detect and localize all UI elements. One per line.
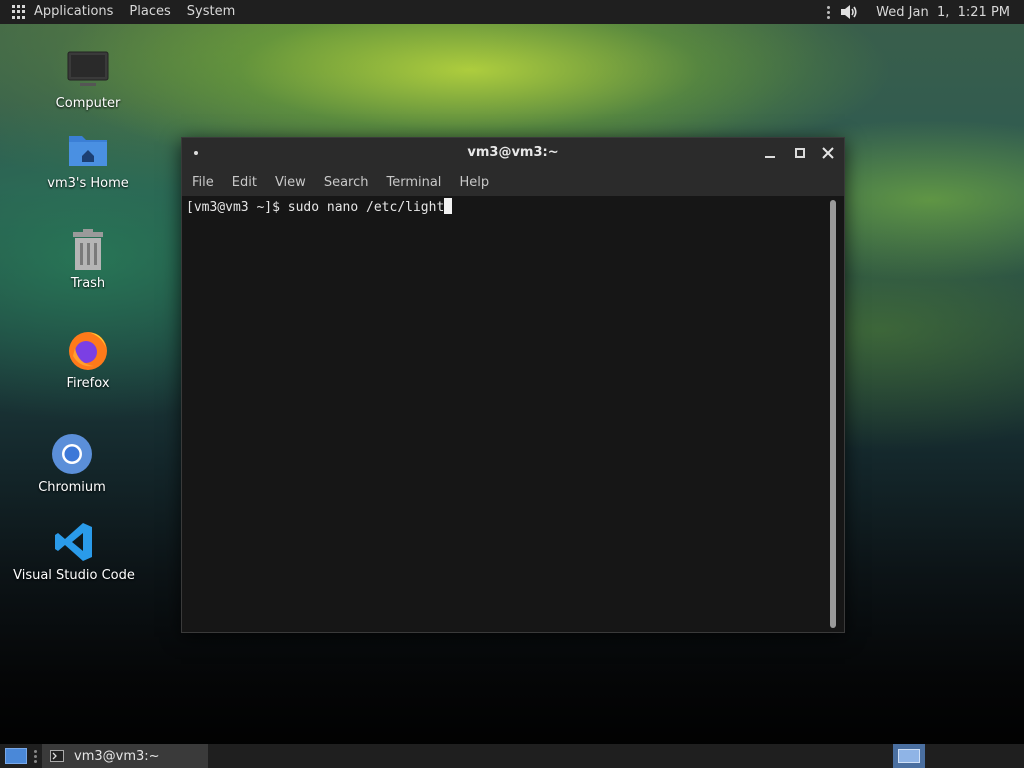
terminal-prompt: [vm3@vm3 ~]$ — [186, 200, 288, 215]
chromium-icon — [52, 434, 92, 474]
window-title: vm3@vm3:~ — [467, 145, 559, 160]
desktop-icon-label: Visual Studio Code — [13, 568, 135, 583]
terminal-line: [vm3@vm3 ~]$ sudo nano /etc/light — [186, 198, 453, 215]
menu-file[interactable]: File — [184, 175, 222, 190]
desktop-icon-label: Firefox — [66, 376, 110, 391]
terminal-window[interactable]: vm3@vm3:~ File Edit View Search Terminal… — [181, 137, 845, 633]
home-folder-icon — [69, 136, 107, 166]
menu-system[interactable]: System — [179, 0, 243, 24]
show-desktop-icon[interactable] — [5, 748, 27, 764]
menu-search[interactable]: Search — [316, 175, 377, 190]
menu-help[interactable]: Help — [451, 175, 497, 190]
close-icon[interactable] — [818, 143, 838, 163]
vscode-icon — [55, 523, 92, 561]
window-titlebar[interactable]: vm3@vm3:~ — [182, 138, 844, 168]
menu-applications[interactable]: Applications — [26, 0, 121, 24]
apps-grid-icon[interactable] — [12, 5, 26, 19]
desktop-icon-label: Chromium — [38, 480, 106, 495]
panel-handle-icon[interactable] — [34, 750, 37, 763]
desktop-icon-vscode[interactable]: Visual Studio Code — [9, 520, 139, 583]
menu-places[interactable]: Places — [121, 0, 178, 24]
minimize-icon[interactable] — [760, 143, 780, 163]
desktop-icon-home[interactable]: vm3's Home — [23, 128, 153, 191]
computer-icon — [67, 51, 109, 86]
taskbar-item-terminal[interactable]: vm3@vm3:~ — [42, 744, 208, 768]
text-cursor — [444, 198, 453, 214]
desktop-icon-computer[interactable]: Computer — [23, 48, 153, 111]
desktop-icon-firefox[interactable]: Firefox — [23, 328, 153, 391]
terminal-icon — [50, 750, 64, 762]
terminal-scrollbar[interactable] — [830, 200, 836, 628]
bottom-panel: vm3@vm3:~ — [0, 744, 1024, 768]
taskbar-item-label: vm3@vm3:~ — [74, 748, 160, 764]
more-vertical-icon[interactable] — [827, 5, 831, 19]
volume-icon[interactable] — [840, 4, 858, 20]
firefox-icon — [69, 332, 107, 370]
menu-edit[interactable]: Edit — [224, 175, 265, 190]
workspace-switcher-icon[interactable] — [893, 744, 925, 768]
desktop-icon-label: Trash — [70, 276, 106, 291]
maximize-icon[interactable] — [790, 143, 810, 163]
desktop-icon-label: vm3's Home — [47, 176, 129, 191]
menu-terminal[interactable]: Terminal — [378, 175, 449, 190]
panel-tray: Wed Jan 1, 1:21 PM — [827, 0, 1010, 24]
terminal-command: sudo nano /etc/light — [287, 200, 445, 215]
terminal-menubar: File Edit View Search Terminal Help — [182, 168, 844, 196]
top-panel: Applications Places System Wed Jan 1, 1:… — [0, 0, 1024, 24]
clock[interactable]: Wed Jan 1, 1:21 PM — [876, 5, 1010, 20]
trash-icon — [73, 229, 103, 270]
desktop-icon-label: Computer — [55, 96, 121, 111]
menu-view[interactable]: View — [267, 175, 314, 190]
desktop-icon-trash[interactable]: Trash — [23, 228, 153, 291]
desktop-icon-chromium[interactable]: Chromium — [7, 432, 137, 495]
terminal-body[interactable]: [vm3@vm3 ~]$ sudo nano /etc/light — [182, 196, 844, 632]
